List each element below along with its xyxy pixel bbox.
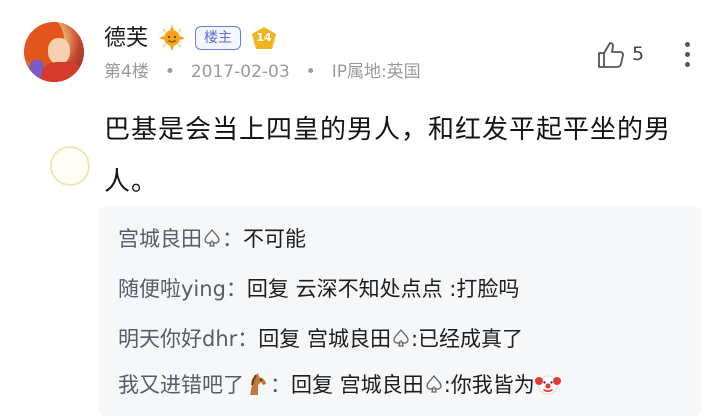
clown-emoji (534, 375, 561, 395)
ip-location: IP属地:英国 (331, 62, 421, 82)
user-avatar[interactable] (24, 22, 84, 82)
reply-item[interactable]: 明天你好dhr：回复 宫城良田 :已经成真了 (118, 324, 523, 354)
horse-emoji (250, 373, 266, 395)
reply-text: :已经成真了 (410, 327, 524, 351)
spade-icon (204, 228, 220, 247)
reply-author[interactable]: 我又进错吧了 (118, 373, 244, 397)
level-number: 14 (256, 31, 272, 44)
reply-text: 回复 云深不知处点点 :打脸吗 (246, 277, 520, 301)
reply-colon: ： (225, 277, 247, 301)
post-content: 巴基是会当上四皇的男人，和红发平起平坐的男人。 (104, 115, 672, 197)
post-meta: 第4楼 • 2017-02-03 • IP属地:英国 (104, 62, 421, 82)
reply-word: 回复 (291, 373, 333, 397)
level-badge-icon: 14 (252, 27, 276, 49)
reply-author[interactable]: 宫城良田 (118, 227, 202, 251)
reply-text: 不可能 (243, 227, 306, 251)
spade-icon (393, 328, 409, 347)
reply-colon: ： (222, 227, 243, 251)
reply-colon: ： (270, 373, 291, 397)
more-vertical-icon[interactable] (683, 42, 691, 72)
reply-colon: ： (237, 327, 259, 351)
like-count: 5 (632, 43, 645, 65)
post-date: 2017-02-03 (190, 62, 290, 82)
owner-badge: 楼主 (195, 26, 241, 50)
username[interactable]: 德芙 (104, 26, 148, 52)
reply-item[interactable]: 随便啦ying：回复 云深不知处点点 :打脸吗 (118, 274, 519, 304)
floor-number: 第4楼 (104, 62, 149, 82)
reply-item[interactable]: 宫城良田 ：不可能 (118, 224, 306, 254)
reply-text: :你我皆为 (443, 373, 535, 397)
reply-author[interactable]: 明天你好dhr (118, 327, 237, 351)
reply-author[interactable]: 随便啦ying (118, 277, 226, 301)
reply-target[interactable]: 宫城良田 (340, 373, 424, 397)
reply-target[interactable]: 宫城良田 (307, 327, 391, 351)
loading-ring (50, 146, 90, 186)
reply-word: 回复 (258, 327, 301, 351)
sun-icon (159, 25, 185, 51)
spade-icon (426, 374, 442, 393)
thumbs-up-icon[interactable] (596, 40, 626, 70)
reply-item[interactable]: 我又进错吧了 ：回复 宫城良田 :你我皆为 (118, 370, 561, 400)
